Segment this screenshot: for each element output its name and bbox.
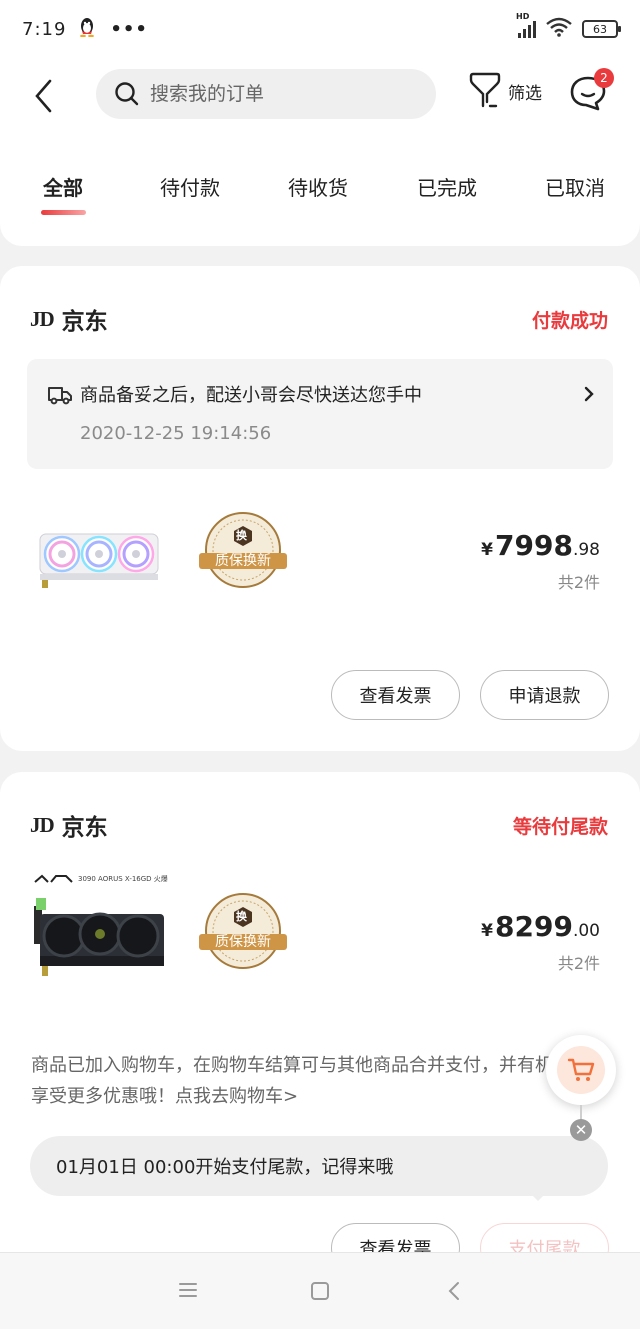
close-floating-cart-button[interactable]: ✕: [570, 1119, 592, 1141]
back-arrow-icon: [35, 79, 52, 113]
tab-cancelled[interactable]: 已取消: [545, 172, 605, 201]
price-decimal: .00: [572, 921, 600, 941]
more-notifications-icon: •••: [110, 18, 148, 40]
tab-pending-receipt[interactable]: 待收货: [288, 172, 348, 201]
battery-level: 63: [593, 22, 607, 36]
final-payment-notice: 01月01日 00:00开始支付尾款，记得来哦: [30, 1136, 608, 1196]
warranty-badge: 换 质保换新: [199, 892, 287, 970]
currency-symbol: ¥: [481, 540, 494, 560]
signal-icon: HD: [516, 12, 536, 38]
warranty-label: 质保换新: [215, 934, 271, 950]
warranty-badge-char: 换: [236, 910, 247, 923]
back-button[interactable]: [30, 76, 60, 116]
shop-header[interactable]: JD 京东: [30, 808, 108, 842]
search-bar[interactable]: [96, 69, 436, 119]
order-status: 付款成功: [531, 310, 608, 332]
currency-symbol: ¥: [481, 921, 494, 941]
price-decimal: .98: [572, 540, 600, 560]
battery-icon: 63: [582, 20, 621, 38]
network-type-label: HD: [516, 12, 530, 21]
header: 筛选 2 全部 待付款 待收货 已完成 已取消: [0, 58, 640, 246]
graphics-card-icon: [34, 898, 164, 976]
notice-text: 01月01日 00:00开始支付尾款，记得来哦: [56, 1157, 394, 1178]
notice-pointer: [528, 1191, 548, 1201]
menu-icon[interactable]: [178, 1281, 198, 1299]
system-navigation-bar: [0, 1252, 640, 1329]
tab-all[interactable]: 全部: [43, 172, 83, 201]
delivery-message: 商品备妥之后，配送小哥会尽快送达您手中: [80, 385, 422, 406]
order-price: ¥7998.98: [481, 529, 600, 562]
warranty-badge: 换 质保换新: [199, 511, 287, 589]
search-icon: [115, 82, 139, 106]
filter-button[interactable]: 筛选: [468, 72, 542, 110]
item-count: 共2件: [557, 954, 600, 973]
order-tabs: 全部 待付款 待收货 已完成 已取消: [0, 172, 640, 222]
item-count: 共2件: [557, 573, 600, 592]
close-icon: ✕: [574, 1121, 588, 1139]
tab-pending-payment[interactable]: 待付款: [160, 172, 220, 201]
filter-label: 筛选: [508, 83, 542, 104]
status-bar: 7:19 ••• HD 63: [0, 0, 640, 58]
back-icon[interactable]: [446, 1281, 462, 1301]
tab-completed[interactable]: 已完成: [417, 172, 477, 201]
filter-icon: [469, 72, 501, 108]
chevron-right-icon: [584, 386, 594, 402]
warranty-badge-char: 换: [236, 529, 247, 542]
cart-icon: [567, 1058, 595, 1081]
warranty-seal-icon: [199, 893, 287, 969]
floating-cart-button[interactable]: [546, 1035, 616, 1105]
jd-logo: JD: [30, 812, 55, 837]
aorus-logo-icon: [34, 874, 73, 883]
warranty-label: 质保换新: [215, 553, 271, 569]
price-integer: 8299: [495, 910, 573, 943]
status-time: 7:19: [22, 18, 67, 40]
shop-name: 京东: [61, 309, 108, 335]
qq-icon: [78, 17, 96, 42]
request-refund-button[interactable]: 申请退款: [480, 670, 609, 720]
product-caption: 3090 AORUS X-16GD 火爆: [78, 875, 168, 883]
product-image-graphics-card[interactable]: [38, 528, 162, 590]
cart-tip-link[interactable]: 商品已加入购物车，在购物车结算可与其他商品合并支付，并有机会享受更多优惠哦！点我…: [31, 1050, 571, 1112]
message-count-badge: 2: [594, 68, 614, 88]
delivery-info[interactable]: 商品备妥之后，配送小哥会尽快送达您手中 2020-12-25 19:14:56: [27, 359, 613, 469]
order-card[interactable]: JD 京东 等待付尾款 3090 AORUS X-16GD 火爆 换 质保换新: [0, 772, 640, 1292]
active-tab-indicator: [41, 210, 86, 215]
price-integer: 7998: [495, 529, 573, 562]
product-image-graphics-card[interactable]: 3090 AORUS X-16GD 火爆: [34, 874, 174, 986]
search-input[interactable]: [150, 83, 390, 105]
home-icon[interactable]: [310, 1281, 330, 1301]
warranty-seal-icon: [199, 512, 287, 588]
view-invoice-button[interactable]: 查看发票: [331, 670, 460, 720]
order-status: 等待付尾款: [512, 816, 608, 838]
jd-logo: JD: [30, 306, 55, 331]
truck-icon: [48, 387, 72, 405]
delivery-time: 2020-12-25 19:14:56: [80, 423, 272, 444]
shop-header[interactable]: JD 京东: [30, 302, 108, 336]
floating-cart-inner: [557, 1046, 605, 1094]
order-price: ¥8299.00: [481, 910, 600, 943]
wifi-icon: [546, 17, 572, 42]
shop-name: 京东: [61, 815, 108, 841]
order-card[interactable]: JD 京东 付款成功 商品备妥之后，配送小哥会尽快送达您手中 2020-12-2…: [0, 266, 640, 751]
messages-button[interactable]: 2: [568, 68, 614, 116]
